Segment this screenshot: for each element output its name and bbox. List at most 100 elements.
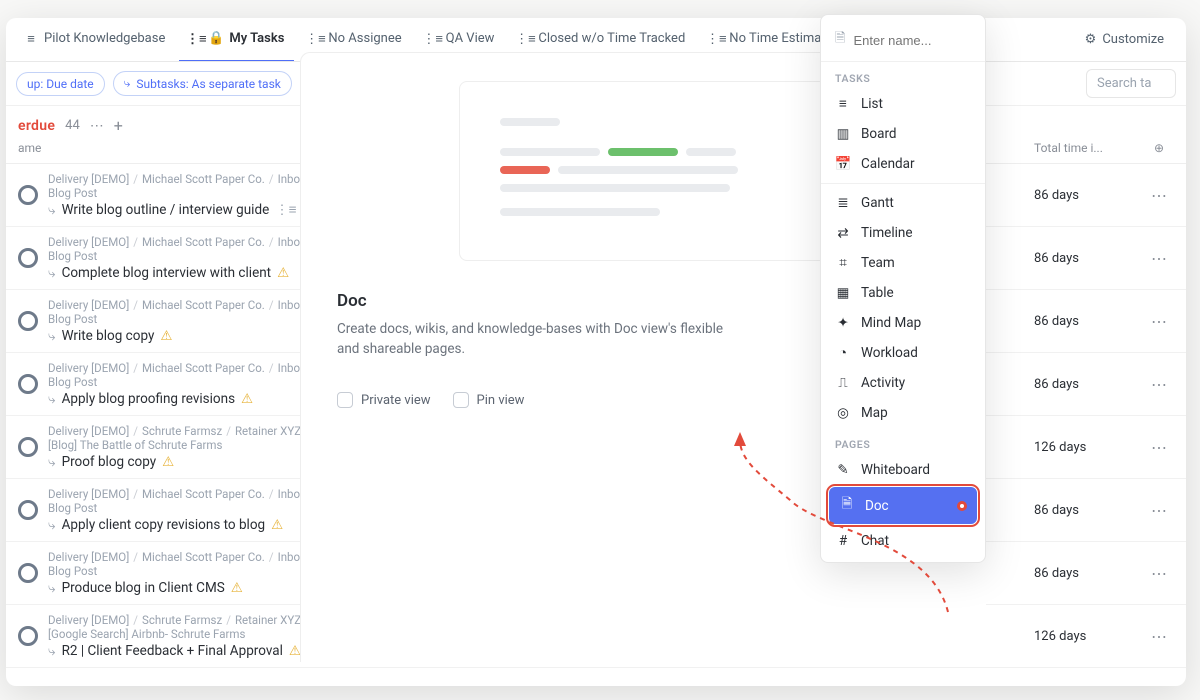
view-type-dropdown: 🗎 TASKS ≡List ▥Board 📅Calendar ≣Gantt ⇄T… [820, 14, 986, 563]
dd-item-mindmap[interactable]: ✦Mind Map [821, 308, 985, 338]
calendar-icon: 📅 [835, 156, 851, 172]
activity-icon: ⎍ [835, 375, 851, 391]
subtask-icon: ⤷ [124, 76, 131, 91]
view-name-input-row: 🗎 [821, 23, 985, 62]
customize-button[interactable]: ⚙Customize [1071, 18, 1178, 62]
view-name-input[interactable] [853, 33, 971, 48]
task-more-button[interactable]: ⋯ [1144, 627, 1174, 646]
dd-item-workload[interactable]: ◔Workload [821, 338, 985, 368]
dd-item-board[interactable]: ▥Board [821, 119, 985, 149]
doc-icon: 🗎 [835, 29, 845, 51]
chat-icon: # [835, 533, 851, 549]
task-more-button[interactable]: ⋯ [1144, 501, 1174, 520]
mindmap-icon: ✦ [835, 315, 851, 331]
dd-item-doc[interactable]: 🗎Doc [829, 487, 977, 524]
dd-item-team[interactable]: ⌗Team [821, 248, 985, 278]
status-circle[interactable] [18, 185, 38, 205]
dd-item-calendar[interactable]: 📅Calendar [821, 149, 985, 179]
task-more-button[interactable]: ⋯ [1144, 312, 1174, 331]
group-count: 44 [65, 118, 80, 133]
status-circle[interactable] [18, 248, 38, 268]
whiteboard-icon: ✎ [835, 462, 851, 478]
board-icon: ▥ [835, 126, 851, 142]
dd-item-activity[interactable]: ⎍Activity [821, 368, 985, 398]
subtask-icon: ⤷ [48, 643, 56, 659]
private-view-checkbox[interactable]: Private view [337, 392, 431, 408]
status-circle[interactable] [18, 563, 38, 583]
status-circle[interactable] [18, 500, 38, 520]
doc-preview-graphic [459, 81, 829, 261]
dd-item-timeline[interactable]: ⇄Timeline [821, 218, 985, 248]
doc-panel-description: Create docs, wikis, and knowledge-bases … [337, 319, 737, 360]
list-icon: ≡ [835, 96, 851, 112]
task-total-time: 86 days [1034, 503, 1144, 518]
status-circle[interactable] [18, 626, 38, 646]
subtask-icon: ⤷ [48, 580, 56, 596]
group-more-button[interactable]: ⋯ [90, 118, 104, 134]
warning-icon: ⚠ [231, 580, 243, 596]
tab-pilot-knowledgebase[interactable]: ≡ Pilot Knowledgebase [14, 18, 175, 62]
list-icon: ⋮≡ [275, 202, 296, 218]
tab-my-tasks[interactable]: ⋮≡🔒My Tasks [179, 18, 294, 62]
subtasks-pill[interactable]: ⤷Subtasks: As separate task [113, 71, 292, 96]
dropdown-section-tasks: TASKS [821, 62, 985, 89]
task-total-time: 86 days [1034, 251, 1144, 266]
workload-icon: ◔ [835, 345, 851, 361]
task-more-button[interactable]: ⋯ [1144, 564, 1174, 583]
task-breadcrumb: Delivery [DEMO]/Schrute Farmsz/Retainer … [48, 613, 964, 627]
status-circle[interactable] [18, 374, 38, 394]
subtask-icon: ⤷ [48, 391, 56, 407]
col-total-time: Total time i... [1034, 141, 1144, 155]
task-meta: Delivery [DEMO]/Schrute Farmsz/Retainer … [48, 613, 964, 659]
list-icon: ⋮≡ [518, 32, 532, 46]
task-row[interactable]: Delivery [DEMO]/Schrute Farmsz/Retainer … [6, 605, 1186, 668]
list-icon: ⋮≡ [709, 32, 723, 46]
warning-icon: ⚠ [277, 265, 289, 281]
task-total-time: 86 days [1034, 188, 1144, 203]
task-total-time: 86 days [1034, 566, 1144, 581]
task-more-button[interactable]: ⋯ [1144, 375, 1174, 394]
pin-view-checkbox[interactable]: Pin view [453, 392, 525, 408]
checkbox-icon [453, 392, 469, 408]
dd-item-chat[interactable]: #Chat [821, 526, 985, 556]
group-name: erdue [18, 118, 55, 134]
status-circle[interactable] [18, 311, 38, 331]
warning-icon: ⚠ [160, 328, 172, 344]
tab-label: QA View [446, 31, 495, 46]
checkbox-icon [337, 392, 353, 408]
task-more-button[interactable]: ⋯ [1144, 186, 1174, 205]
warning-icon: ⚠ [271, 517, 283, 533]
task-title: ⤷R2 | Client Feedback + Final Approval⚠ [48, 643, 964, 659]
task-total-time: 86 days [1034, 314, 1144, 329]
group-add-button[interactable]: + [114, 116, 123, 135]
add-column-button[interactable]: ⊕ [1144, 141, 1174, 155]
dd-item-gantt[interactable]: ≣Gantt [821, 188, 985, 218]
subtask-icon: ⤷ [48, 202, 56, 218]
task-total-time: 126 days [1034, 440, 1144, 455]
warning-icon: ⚠ [241, 391, 253, 407]
tab-label: Pilot Knowledgebase [44, 31, 165, 46]
map-icon: ◎ [835, 405, 851, 421]
search-input[interactable]: Search ta [1086, 69, 1176, 98]
task-more-button[interactable]: ⋯ [1144, 438, 1174, 457]
task-row[interactable]: Delivery [DEMO]/Michael Scott Paper Co./… [6, 479, 1186, 542]
team-icon: ⌗ [835, 255, 851, 271]
gear-icon: ⚙ [1085, 32, 1097, 47]
tab-label: My Tasks [229, 31, 284, 46]
doc-icon: 🗎 [839, 494, 855, 517]
dd-item-map[interactable]: ◎Map [821, 398, 985, 428]
dd-item-whiteboard[interactable]: ✎Whiteboard [821, 455, 985, 485]
group-by-pill[interactable]: up: Due date [16, 72, 105, 96]
dd-item-table[interactable]: ▦Table [821, 278, 985, 308]
doc-icon: ≡ [24, 32, 38, 46]
subtask-icon: ⤷ [48, 517, 56, 533]
warning-icon: ⚠ [289, 643, 301, 659]
task-more-button[interactable]: ⋯ [1144, 249, 1174, 268]
task-title: ⤷Produce blog in Client CMS⚠ [48, 580, 964, 596]
dd-item-list[interactable]: ≡List [821, 89, 985, 119]
tab-label: No Assignee [328, 31, 401, 46]
status-circle[interactable] [18, 437, 38, 457]
task-project: [Google Search] Airbnb- Schrute Farms [48, 627, 964, 641]
list-icon: ⋮≡ [426, 32, 440, 46]
task-row[interactable]: Delivery [DEMO]/Michael Scott Paper Co./… [6, 542, 1186, 605]
